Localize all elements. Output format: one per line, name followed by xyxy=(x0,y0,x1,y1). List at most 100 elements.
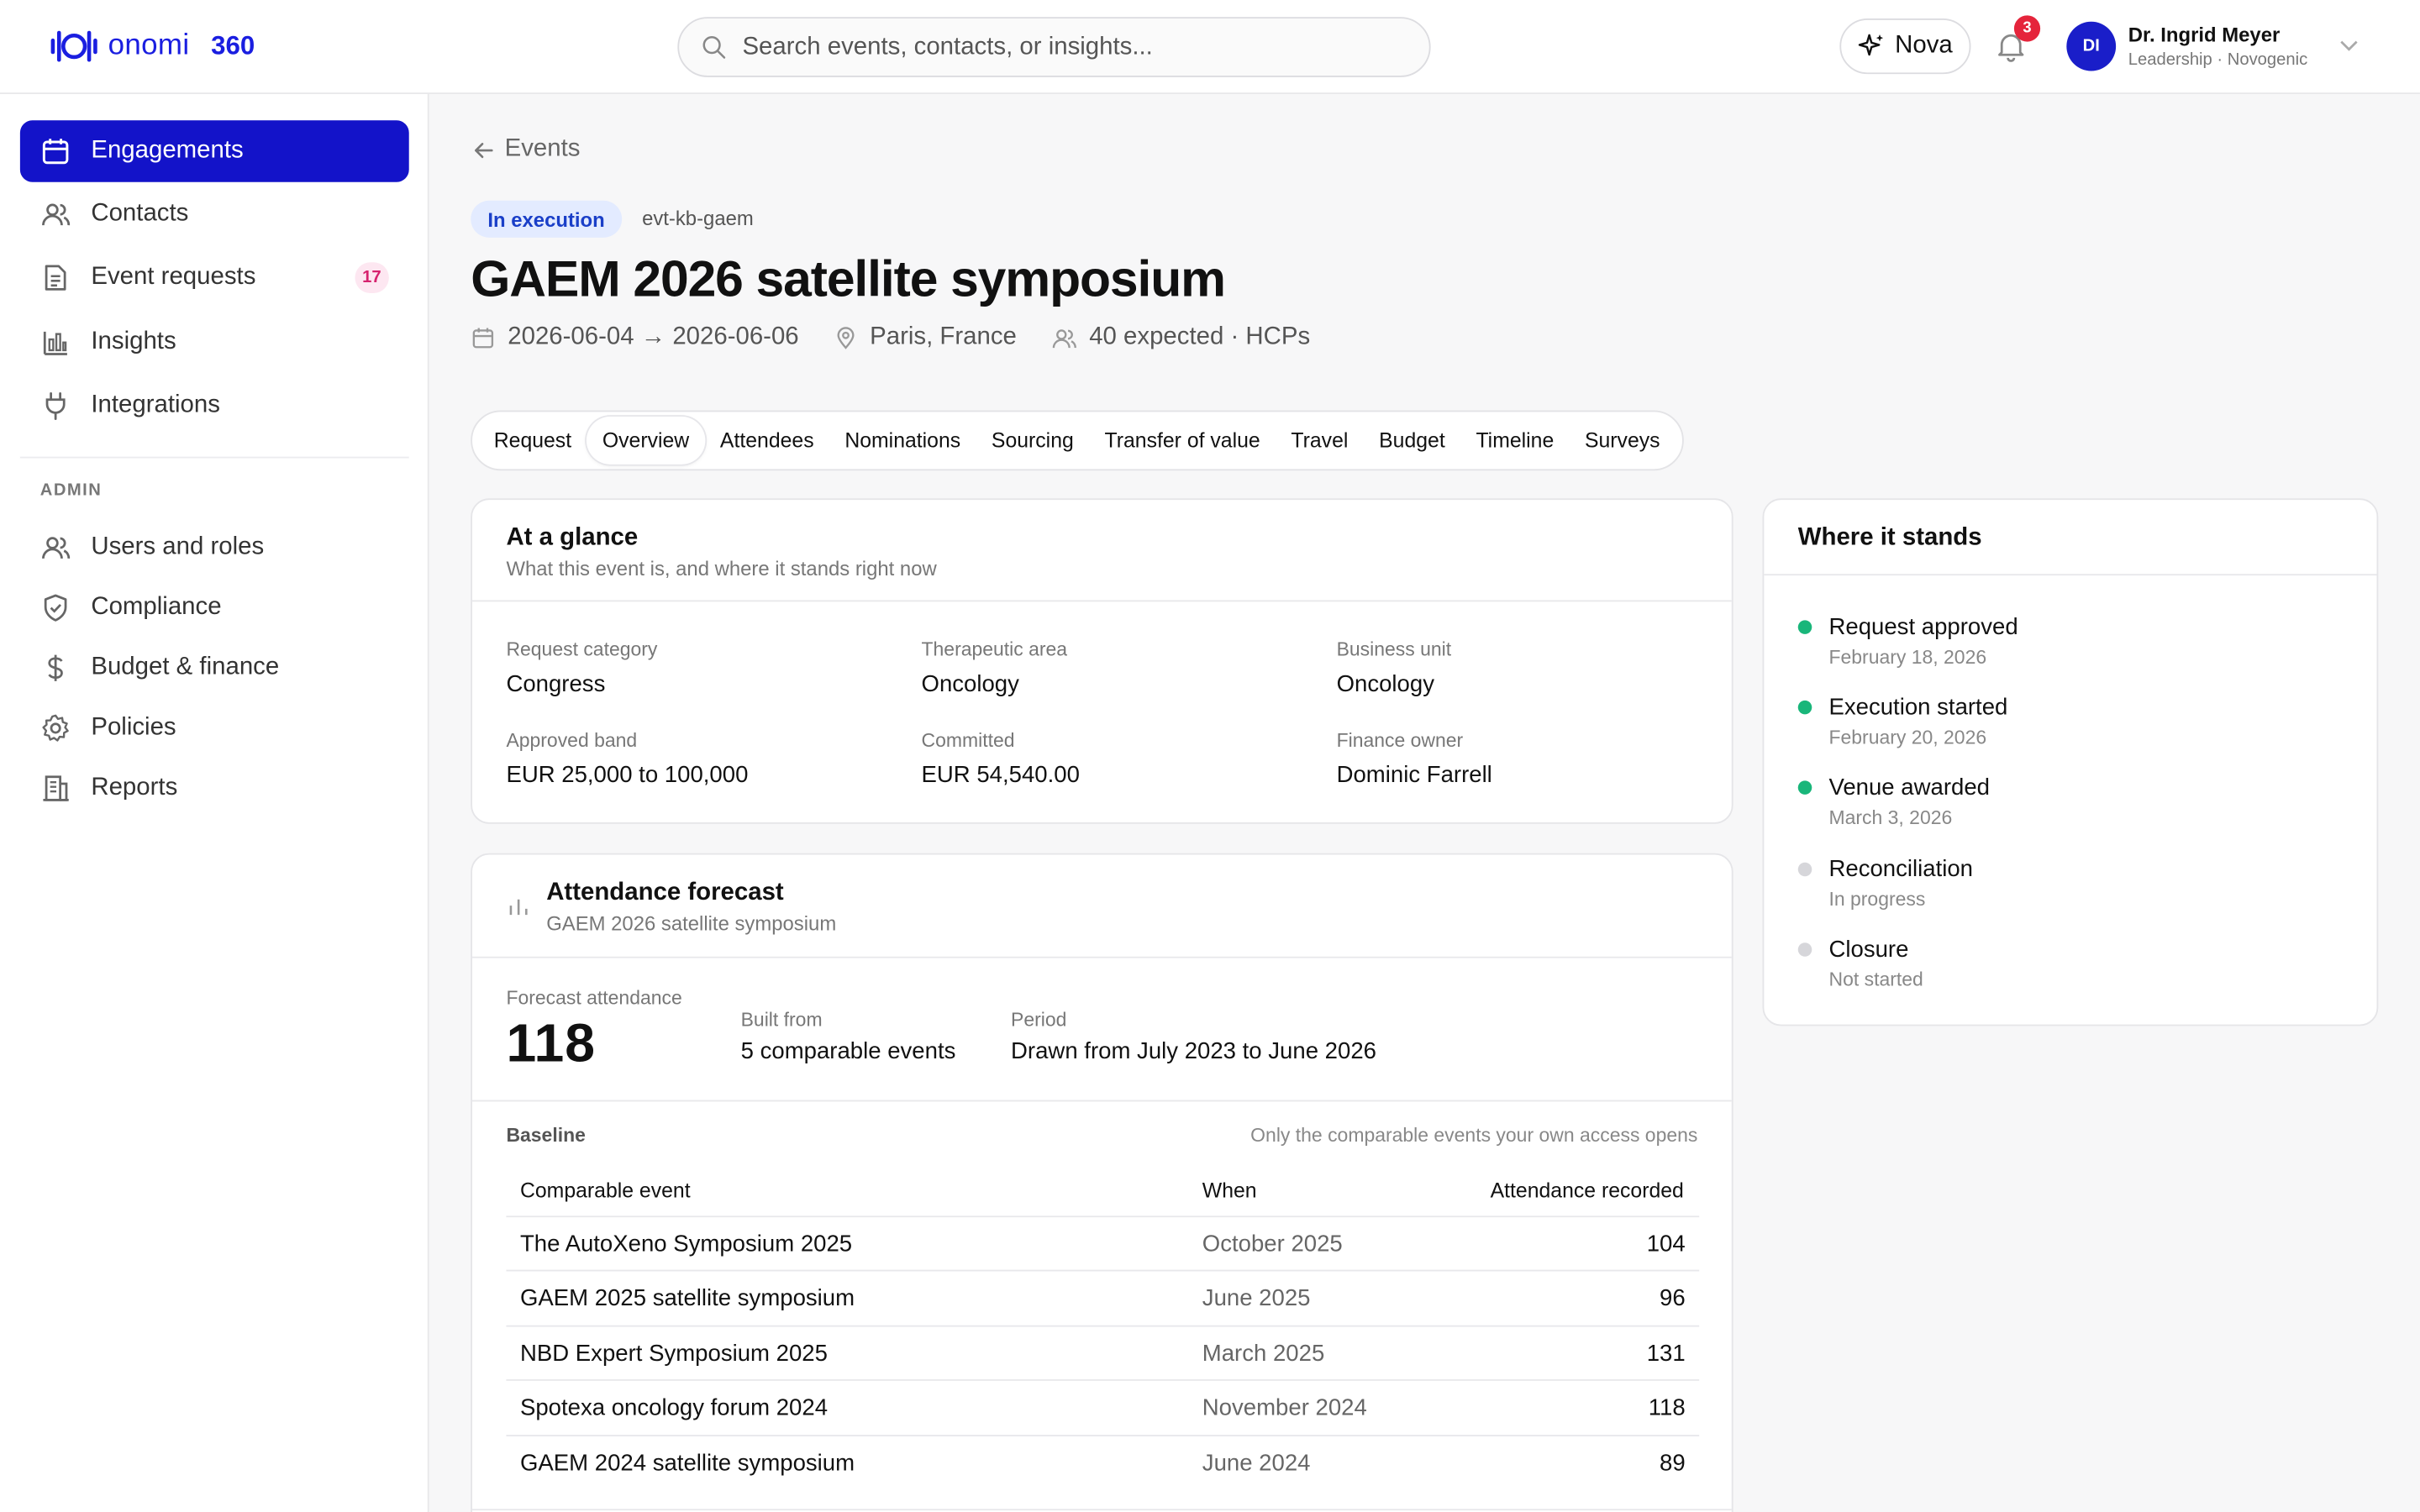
step-pending-dot xyxy=(1797,942,1812,957)
search-icon xyxy=(702,36,726,59)
tab-sourcing[interactable]: Sourcing xyxy=(976,417,1090,465)
search-input[interactable] xyxy=(742,33,1391,61)
step-title: Request approved xyxy=(1828,614,2018,641)
period-label: Period xyxy=(1011,1009,1067,1031)
field-value: EUR 25,000 to 100,000 xyxy=(506,762,749,789)
field-value: EUR 54,540.00 xyxy=(921,762,1080,789)
sidebar-divider xyxy=(19,456,409,459)
bar-chart-icon xyxy=(509,899,528,916)
step-done-dot xyxy=(1797,700,1812,715)
back-link-label: Events xyxy=(504,135,581,162)
brand-logo[interactable]: onomi 360 xyxy=(50,26,255,66)
event-name-cell: The AutoXeno Symposium 2025 xyxy=(519,1231,853,1257)
card-title: Attendance forecast xyxy=(546,879,784,906)
event-when-cell: November 2024 xyxy=(1202,1394,1367,1421)
sidebar: Engagements Contacts Event requests 17 I… xyxy=(0,94,429,1512)
sidebar-item-compliance[interactable]: Compliance xyxy=(20,577,409,638)
tab-request[interactable]: Request xyxy=(478,417,587,465)
table-row[interactable]: Spotexa oncology forum 2024 November 202… xyxy=(506,1379,1700,1433)
step-detail: Not started xyxy=(1828,969,1923,991)
user-name[interactable]: Dr. Ingrid Meyer xyxy=(2128,24,2280,47)
sidebar-item-contacts[interactable]: Contacts xyxy=(20,184,409,245)
tab-travel[interactable]: Travel xyxy=(1276,417,1364,465)
table-row[interactable]: NBD Expert Symposium 2025 March 2025 131 xyxy=(506,1325,1700,1379)
sidebar-item-label: Insights xyxy=(91,328,176,355)
card-divider xyxy=(472,956,1732,958)
status-badge: In execution xyxy=(471,200,622,238)
tab-transfer-of-value[interactable]: Transfer of value xyxy=(1089,417,1276,465)
built-from-value: 5 comparable events xyxy=(740,1038,956,1065)
event-audience: 40 expected · HCPs xyxy=(1050,324,1310,352)
shield-icon xyxy=(40,592,71,623)
sidebar-item-label: Budget & finance xyxy=(91,654,280,680)
field-value: Congress xyxy=(506,670,606,698)
sidebar-item-policies[interactable]: Policies xyxy=(20,697,409,759)
app-root: onomi 360 Nova 3 DI Dr. Ingrid Meyer Lea… xyxy=(0,0,2420,1512)
tab-overview[interactable]: Overview xyxy=(587,416,705,465)
sidebar-section-admin: ADMIN xyxy=(39,481,103,501)
sidebar-item-integrations[interactable]: Integrations xyxy=(20,375,409,436)
user-avatar[interactable]: DI xyxy=(2066,21,2117,71)
sidebar-item-insights[interactable]: Insights xyxy=(20,312,409,373)
sidebar-item-users-and-roles[interactable]: Users and roles xyxy=(20,517,409,578)
event-name-cell: Spotexa oncology forum 2024 xyxy=(519,1394,829,1421)
top-bar: onomi 360 Nova 3 DI Dr. Ingrid Meyer Lea… xyxy=(0,0,2420,95)
step-done-dot xyxy=(1797,620,1812,634)
table-row[interactable]: GAEM 2025 satellite symposium June 2025 … xyxy=(506,1269,1700,1324)
sidebar-item-reports[interactable]: Reports xyxy=(20,758,409,819)
map-pin-icon xyxy=(836,327,854,349)
table-row[interactable]: GAEM 2024 satellite symposium June 2024 … xyxy=(506,1435,1700,1488)
step-detail: February 18, 2026 xyxy=(1828,646,1987,669)
step-detail: March 3, 2026 xyxy=(1828,806,1953,829)
event-id: evt-kb-gaem xyxy=(642,207,754,230)
tab-surveys[interactable]: Surveys xyxy=(1570,417,1676,465)
event-tabs: Request Overview Attendees Nominations S… xyxy=(471,410,1684,471)
step-title: Venue awarded xyxy=(1828,774,1990,801)
sidebar-item-label: Users and roles xyxy=(91,533,265,560)
attendance-cell: 104 xyxy=(1646,1231,1686,1257)
tab-attendees[interactable]: Attendees xyxy=(705,417,829,465)
tab-budget[interactable]: Budget xyxy=(1364,417,1460,465)
building-icon xyxy=(40,773,71,804)
card-subtitle: GAEM 2026 satellite symposium xyxy=(546,911,837,936)
step-detail: February 20, 2026 xyxy=(1828,727,1987,748)
bar-chart-icon xyxy=(40,327,71,358)
sparkle-icon xyxy=(1858,34,1883,56)
event-when-cell: March 2025 xyxy=(1202,1341,1325,1368)
sidebar-item-label: Reports xyxy=(91,774,178,801)
sidebar-item-budget-finance[interactable]: Budget & finance xyxy=(20,638,409,699)
column-header-attendance: Attendance recorded xyxy=(1490,1179,1684,1202)
attendance-cell: 89 xyxy=(1660,1450,1686,1477)
brand-name: onomi xyxy=(108,29,190,62)
attendance-cell: 131 xyxy=(1646,1341,1686,1368)
built-from-label: Built from xyxy=(740,1009,823,1031)
global-search[interactable] xyxy=(677,17,1431,77)
baseline-note: Only the comparable events your own acce… xyxy=(1250,1124,1698,1147)
chevron-down-icon[interactable] xyxy=(2338,34,2360,55)
plug-icon xyxy=(40,391,71,422)
arrow-left-icon xyxy=(475,142,493,158)
tab-nominations[interactable]: Nominations xyxy=(829,417,976,465)
attendance-forecast-card: Attendance forecast GAEM 2026 satellite … xyxy=(471,853,1733,1512)
event-name-cell: GAEM 2024 satellite symposium xyxy=(519,1450,855,1477)
logo-mark-icon xyxy=(50,30,97,62)
back-to-events-link[interactable]: Events xyxy=(472,136,580,164)
attendance-cell: 118 xyxy=(1648,1394,1686,1421)
event-when-cell: June 2024 xyxy=(1202,1450,1311,1477)
where-it-stands-card: Where it stands Request approved Februar… xyxy=(1762,498,2379,1026)
sidebar-item-label: Event requests xyxy=(91,264,256,291)
card-title: At a glance xyxy=(506,524,639,551)
card-title: Where it stands xyxy=(1797,524,1982,551)
nova-assistant-button[interactable]: Nova xyxy=(1839,18,1971,75)
card-subtitle: What this event is, and where it stands … xyxy=(506,557,937,580)
table-row[interactable]: The AutoXeno Symposium 2025 October 2025… xyxy=(506,1215,1700,1269)
step-title: Execution started xyxy=(1828,694,2008,721)
step-pending-dot xyxy=(1797,862,1812,877)
field-value: Oncology xyxy=(1336,670,1434,698)
sidebar-item-event-requests[interactable]: Event requests 17 xyxy=(20,247,409,308)
field-value: Oncology xyxy=(921,670,1019,698)
step-detail: In progress xyxy=(1828,888,1926,911)
step-title: Closure xyxy=(1828,936,1909,963)
sidebar-item-engagements[interactable]: Engagements xyxy=(19,120,409,182)
tab-timeline[interactable]: Timeline xyxy=(1460,417,1570,465)
